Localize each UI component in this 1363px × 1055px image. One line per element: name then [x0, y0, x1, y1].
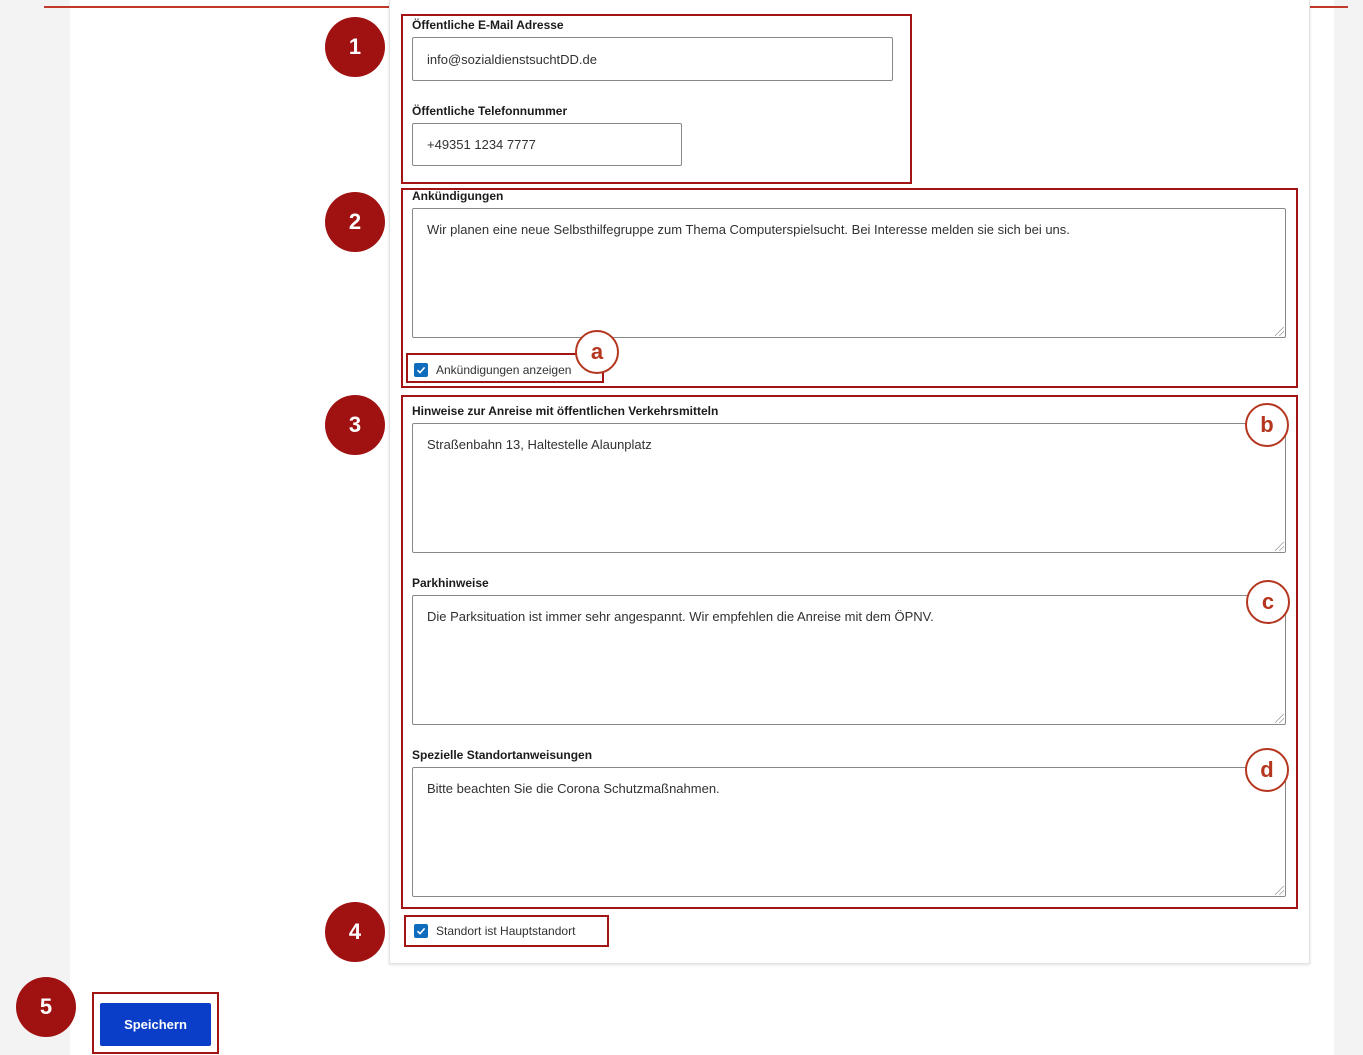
- resize-handle[interactable]: [1275, 327, 1284, 336]
- announcements-textarea[interactable]: Wir planen eine neue Selbsthilfegruppe z…: [412, 208, 1286, 338]
- phone-field[interactable]: +49351 1234 7777: [412, 123, 682, 166]
- resize-handle[interactable]: [1275, 714, 1284, 723]
- main-location-checkbox-row[interactable]: Standort ist Hauptstandort: [414, 924, 575, 938]
- parking-label: Parkhinweise: [412, 576, 489, 590]
- callout-letter-a: a: [575, 330, 619, 374]
- callout-letter-c: c: [1246, 580, 1290, 624]
- callout-badge-5: 5: [16, 977, 76, 1037]
- transit-textarea[interactable]: Straßenbahn 13, Haltestelle Alaunplatz: [412, 423, 1286, 553]
- callout-letter-d: d: [1245, 748, 1289, 792]
- show-announcements-label: Ankündigungen anzeigen: [436, 363, 572, 377]
- resize-handle[interactable]: [1275, 542, 1284, 551]
- announcements-value: Wir planen eine neue Selbsthilfegruppe z…: [427, 222, 1070, 237]
- email-value: info@sozialdienstsuchtDD.de: [427, 51, 598, 67]
- transit-value: Straßenbahn 13, Haltestelle Alaunplatz: [427, 437, 652, 452]
- resize-handle[interactable]: [1275, 886, 1284, 895]
- email-field[interactable]: info@sozialdienstsuchtDD.de: [412, 37, 893, 81]
- parking-value: Die Parksituation ist immer sehr angespa…: [427, 609, 934, 624]
- special-instructions-textarea[interactable]: Bitte beachten Sie die Corona Schutzmaßn…: [412, 767, 1286, 897]
- callout-badge-3: 3: [325, 395, 385, 455]
- callout-badge-2: 2: [325, 192, 385, 252]
- transit-label: Hinweise zur Anreise mit öffentlichen Ve…: [412, 404, 719, 418]
- announcements-label: Ankündigungen: [412, 189, 504, 203]
- phone-value: +49351 1234 7777: [427, 137, 536, 152]
- callout-letter-b: b: [1245, 403, 1289, 447]
- main-location-checkbox[interactable]: [414, 924, 428, 938]
- phone-label: Öffentliche Telefonnummer: [412, 104, 568, 118]
- show-announcements-checkbox-row[interactable]: Ankündigungen anzeigen: [414, 363, 571, 377]
- callout-badge-1: 1: [325, 17, 385, 77]
- main-location-label: Standort ist Hauptstandort: [436, 924, 576, 938]
- checkmark-icon: [416, 366, 426, 374]
- parking-textarea[interactable]: Die Parksituation ist immer sehr angespa…: [412, 595, 1286, 725]
- show-announcements-checkbox[interactable]: [414, 363, 428, 377]
- checkmark-icon: [416, 927, 426, 935]
- save-button[interactable]: Speichern: [100, 1003, 211, 1046]
- email-label: Öffentliche E-Mail Adresse: [412, 18, 564, 32]
- special-instructions-value: Bitte beachten Sie die Corona Schutzmaßn…: [427, 781, 720, 796]
- special-instructions-label: Spezielle Standortanweisungen: [412, 748, 593, 762]
- callout-badge-4: 4: [325, 902, 385, 962]
